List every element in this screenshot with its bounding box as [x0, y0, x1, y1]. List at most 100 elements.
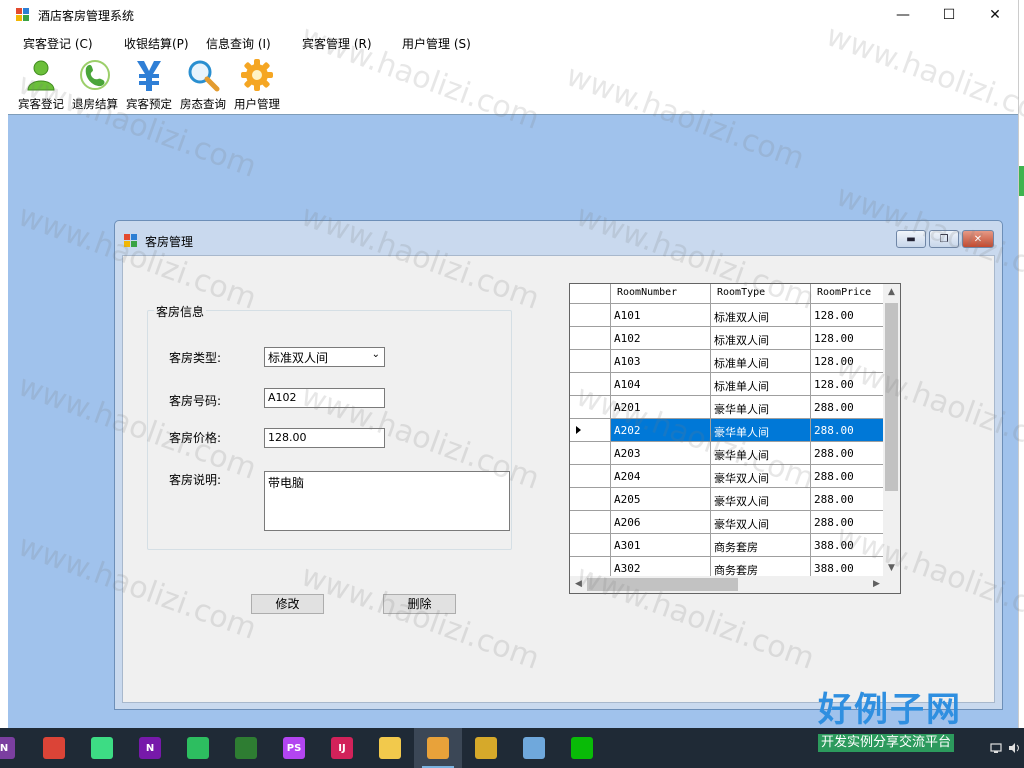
row-header[interactable]: [570, 465, 611, 488]
table-row[interactable]: A205 豪华双人间 288.00: [570, 488, 885, 511]
row-header[interactable]: [570, 488, 611, 511]
close-button[interactable]: ✕: [972, 0, 1018, 30]
chrome-task[interactable]: [30, 728, 78, 768]
scroll-down-icon[interactable]: ▼: [883, 560, 900, 577]
vertical-scroll-thumb[interactable]: [885, 303, 898, 491]
child-restore-button[interactable]: ❐: [929, 230, 959, 248]
onenote-task[interactable]: N: [0, 728, 28, 768]
toolbar-reservation-button[interactable]: 宾客预定: [122, 56, 176, 112]
menu-info-query[interactable]: 信息查询 (I): [206, 35, 271, 52]
scroll-left-icon[interactable]: ◀: [570, 576, 587, 593]
image-viewer-task[interactable]: [510, 728, 558, 768]
cell-room-price[interactable]: 288.00: [811, 419, 885, 442]
cell-room-price[interactable]: 388.00: [811, 534, 885, 557]
wechat-task[interactable]: [558, 728, 606, 768]
toolbar-guest-register-button[interactable]: 宾客登记: [14, 56, 68, 112]
cell-room-price[interactable]: 288.00: [811, 488, 885, 511]
row-header[interactable]: [570, 419, 611, 442]
room-price-input[interactable]: 128.00: [264, 428, 385, 448]
table-row[interactable]: A204 豪华双人间 288.00: [570, 465, 885, 488]
cell-room-type[interactable]: 豪华双人间: [711, 511, 811, 534]
column-header-room-number[interactable]: RoomNumber: [611, 284, 711, 304]
maximize-button[interactable]: ☐: [926, 0, 972, 30]
cell-room-type[interactable]: 标准双人间: [711, 304, 811, 327]
cell-room-price[interactable]: 128.00: [811, 327, 885, 350]
row-header[interactable]: [570, 350, 611, 373]
scroll-up-icon[interactable]: ▲: [883, 284, 900, 301]
cell-room-type[interactable]: 商务套房: [711, 534, 811, 557]
cell-room-number[interactable]: A101: [611, 304, 711, 327]
onenote-app-task[interactable]: N: [126, 728, 174, 768]
minimize-button[interactable]: —: [880, 0, 926, 30]
cell-room-type[interactable]: 标准单人间: [711, 350, 811, 373]
cell-room-number[interactable]: A102: [611, 327, 711, 350]
cell-room-type[interactable]: 豪华双人间: [711, 488, 811, 511]
menu-guest-register[interactable]: 宾客登记 (C): [23, 35, 93, 52]
cell-room-number[interactable]: A103: [611, 350, 711, 373]
menu-checkout[interactable]: 收银结算(P): [124, 35, 189, 52]
explorer-task[interactable]: [366, 728, 414, 768]
cell-room-type[interactable]: 豪华双人间: [711, 465, 811, 488]
cell-room-number[interactable]: A104: [611, 373, 711, 396]
table-row[interactable]: A301 商务套房 388.00: [570, 534, 885, 557]
db-tool-task[interactable]: [462, 728, 510, 768]
room-type-select[interactable]: 标准双人间 ⌄: [264, 347, 385, 367]
row-header[interactable]: [570, 442, 611, 465]
phpstorm-task[interactable]: PS: [270, 728, 318, 768]
table-row[interactable]: A104 标准单人间 128.00: [570, 373, 885, 396]
room-number-input[interactable]: A102: [264, 388, 385, 408]
menu-guest-manage[interactable]: 宾客管理 (R): [302, 35, 372, 52]
evernote-task[interactable]: [174, 728, 222, 768]
cell-room-number[interactable]: A301: [611, 534, 711, 557]
modify-button[interactable]: 修改: [251, 594, 324, 614]
android-studio-task[interactable]: [78, 728, 126, 768]
cell-room-type[interactable]: 标准双人间: [711, 327, 811, 350]
table-row[interactable]: A201 豪华单人间 288.00: [570, 396, 885, 419]
cell-room-type[interactable]: 豪华单人间: [711, 396, 811, 419]
row-header[interactable]: [570, 396, 611, 419]
toolbar-checkout-button[interactable]: 退房结算: [68, 56, 122, 112]
child-minimize-button[interactable]: ▬: [896, 230, 926, 248]
cell-room-number[interactable]: A206: [611, 511, 711, 534]
network-icon[interactable]: [990, 742, 1004, 754]
table-row[interactable]: A102 标准双人间 128.00: [570, 327, 885, 350]
column-header-room-price[interactable]: RoomPrice: [811, 284, 885, 304]
cell-room-number[interactable]: A203: [611, 442, 711, 465]
cell-room-price[interactable]: 288.00: [811, 511, 885, 534]
cell-room-price[interactable]: 288.00: [811, 465, 885, 488]
cell-room-number[interactable]: A201: [611, 396, 711, 419]
room-grid[interactable]: RoomNumber RoomType RoomPrice A101 标准双人间 1…: [569, 283, 901, 594]
chart-task[interactable]: [222, 728, 270, 768]
cell-room-price[interactable]: 128.00: [811, 373, 885, 396]
table-row[interactable]: A101 标准双人间 128.00: [570, 304, 885, 327]
cell-room-type[interactable]: 标准单人间: [711, 373, 811, 396]
hotel-app-task[interactable]: [414, 728, 462, 768]
cell-room-price[interactable]: 128.00: [811, 304, 885, 327]
row-header[interactable]: [570, 304, 611, 327]
cell-room-number[interactable]: A205: [611, 488, 711, 511]
cell-room-type[interactable]: 豪华单人间: [711, 419, 811, 442]
table-row[interactable]: A206 豪华双人间 288.00: [570, 511, 885, 534]
horizontal-scrollbar[interactable]: ◀ ▶: [570, 576, 885, 593]
cell-room-number[interactable]: A204: [611, 465, 711, 488]
toolbar-room-status-button[interactable]: 房态查询: [176, 56, 230, 112]
row-header[interactable]: [570, 534, 611, 557]
row-header[interactable]: [570, 511, 611, 534]
row-header[interactable]: [570, 327, 611, 350]
toolbar-user-manage-button[interactable]: 用户管理: [230, 56, 284, 112]
table-row[interactable]: A103 标准单人间 128.00: [570, 350, 885, 373]
table-row[interactable]: A202 豪华单人间 288.00: [570, 419, 885, 442]
vertical-scrollbar[interactable]: ▲ ▼: [883, 284, 900, 577]
delete-button[interactable]: 删除: [383, 594, 456, 614]
cell-room-price[interactable]: 288.00: [811, 442, 885, 465]
child-close-button[interactable]: ✕: [962, 230, 994, 248]
menu-user-manage[interactable]: 用户管理 (S): [402, 35, 471, 52]
room-desc-textarea[interactable]: 带电脑: [264, 471, 510, 531]
horizontal-scroll-thumb[interactable]: [587, 578, 738, 591]
cell-room-number[interactable]: A202: [611, 419, 711, 442]
cell-room-type[interactable]: 豪华单人间: [711, 442, 811, 465]
cell-room-price[interactable]: 288.00: [811, 396, 885, 419]
table-row[interactable]: A203 豪华单人间 288.00: [570, 442, 885, 465]
cell-room-price[interactable]: 128.00: [811, 350, 885, 373]
intellij-task[interactable]: IJ: [318, 728, 366, 768]
